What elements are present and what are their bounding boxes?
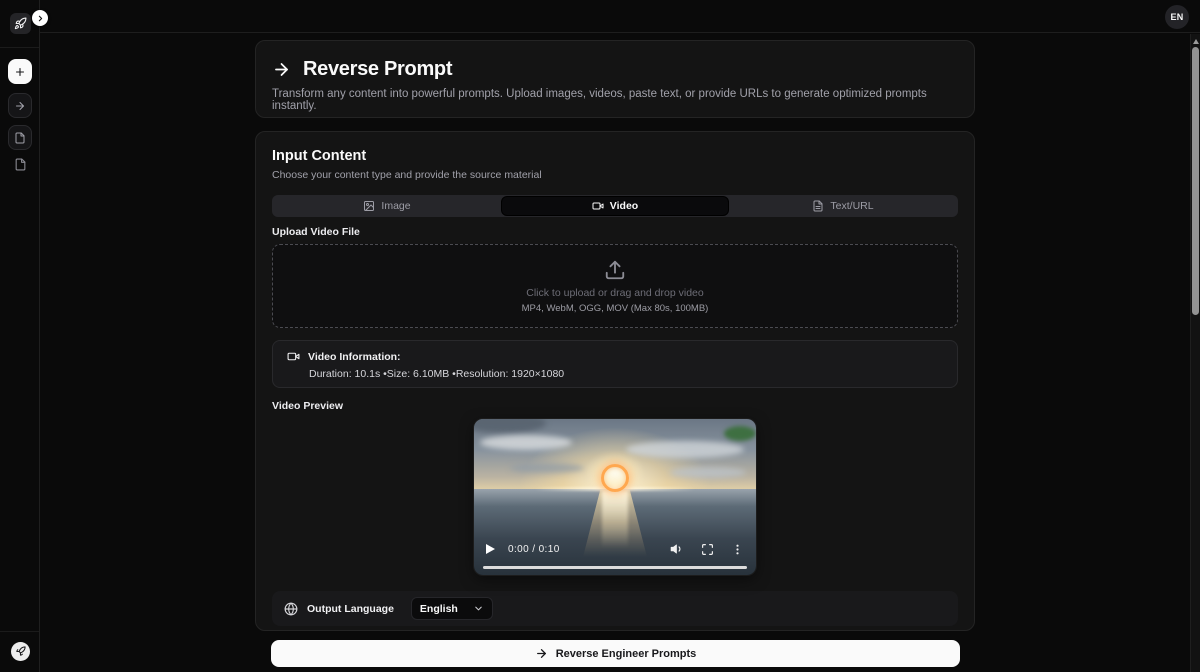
- scrollbar-thumb[interactable]: [1192, 47, 1199, 315]
- reverse-engineer-button[interactable]: Reverse Engineer Prompts: [271, 640, 960, 667]
- plus-icon: [14, 66, 26, 78]
- upload-section-label: Upload Video File: [272, 226, 958, 238]
- cloud-shape: [510, 463, 584, 473]
- scrollbar[interactable]: [1190, 34, 1200, 672]
- tab-text-url[interactable]: Text/URL: [730, 197, 956, 215]
- upload-icon: [604, 259, 626, 281]
- page-subtitle: Transform any content into powerful prom…: [272, 88, 958, 112]
- cloud-shape: [626, 441, 744, 458]
- chevron-down-icon: [473, 603, 484, 614]
- upload-hint: Click to upload or drag and drop video: [526, 287, 703, 299]
- video-icon: [287, 350, 300, 363]
- fullscreen-icon[interactable]: [701, 543, 714, 556]
- video-controls: 0:00 / 0:10: [474, 535, 756, 563]
- arrow-right-icon: [14, 100, 26, 112]
- output-language-label: Output Language: [307, 603, 394, 615]
- app-window: EN Reverse Prompt Transform any content …: [0, 0, 1200, 672]
- arrow-right-icon: [535, 647, 548, 660]
- tab-video[interactable]: Video: [502, 197, 728, 215]
- sidebar-expand-button[interactable]: [32, 10, 48, 26]
- video-player[interactable]: 0:00 / 0:10: [474, 419, 756, 575]
- chevron-right-icon: [36, 14, 45, 23]
- document-icon[interactable]: [13, 156, 28, 173]
- footer-logo-icon[interactable]: [11, 642, 30, 661]
- play-button[interactable]: [486, 544, 495, 554]
- reverse-prompt-nav-button[interactable]: [8, 93, 32, 118]
- sidebar-footer: [0, 631, 39, 672]
- video-info-details: Duration: 10.1s •Size: 6.10MB •Resolutio…: [309, 368, 943, 380]
- arrow-right-icon: [272, 60, 291, 79]
- page-title: Reverse Prompt: [272, 58, 958, 81]
- scroll-up-arrow-icon[interactable]: [1192, 37, 1200, 45]
- video-preview-label: Video Preview: [272, 400, 958, 412]
- volume-icon[interactable]: [670, 542, 684, 556]
- file-icon: [14, 132, 26, 144]
- image-icon: [363, 200, 375, 212]
- new-item-button[interactable]: [8, 59, 32, 84]
- input-content-title: Input Content: [272, 148, 958, 164]
- language-toggle[interactable]: EN: [1165, 5, 1189, 29]
- video-info-box: Video Information: Duration: 10.1s •Size…: [272, 340, 958, 388]
- globe-icon: [284, 602, 298, 616]
- language-select[interactable]: English: [411, 597, 493, 620]
- fire-ring-shape: [601, 464, 629, 492]
- upload-formats: MP4, WebM, OGG, MOV (Max 80s, 100MB): [522, 303, 709, 314]
- language-select-value: English: [420, 603, 458, 615]
- upload-dropzone[interactable]: Click to upload or drag and drop video M…: [272, 244, 958, 328]
- output-language-row: Output Language English: [272, 591, 958, 626]
- documents-nav-button[interactable]: [8, 125, 32, 150]
- cloud-shape: [670, 467, 746, 478]
- video-progress-bar[interactable]: [483, 566, 747, 569]
- input-content-card: Input Content Choose your content type a…: [255, 131, 975, 631]
- topbar: EN: [40, 0, 1200, 33]
- cloud-shape: [480, 435, 572, 450]
- tab-image[interactable]: Image: [274, 197, 500, 215]
- app-logo-icon[interactable]: [10, 13, 31, 34]
- page-header-card: Reverse Prompt Transform any content int…: [255, 40, 975, 118]
- more-vertical-icon[interactable]: [731, 543, 744, 556]
- input-content-subtitle: Choose your content type and provide the…: [272, 169, 958, 181]
- video-timestamp: 0:00 / 0:10: [508, 544, 560, 555]
- file-text-icon: [812, 200, 824, 212]
- content-type-tabs: Image Video Text/URL: [272, 195, 958, 217]
- video-info-title-row: Video Information:: [287, 350, 943, 363]
- floating-island-shape: [724, 426, 756, 441]
- sidebar: [0, 0, 40, 672]
- video-icon: [592, 200, 604, 212]
